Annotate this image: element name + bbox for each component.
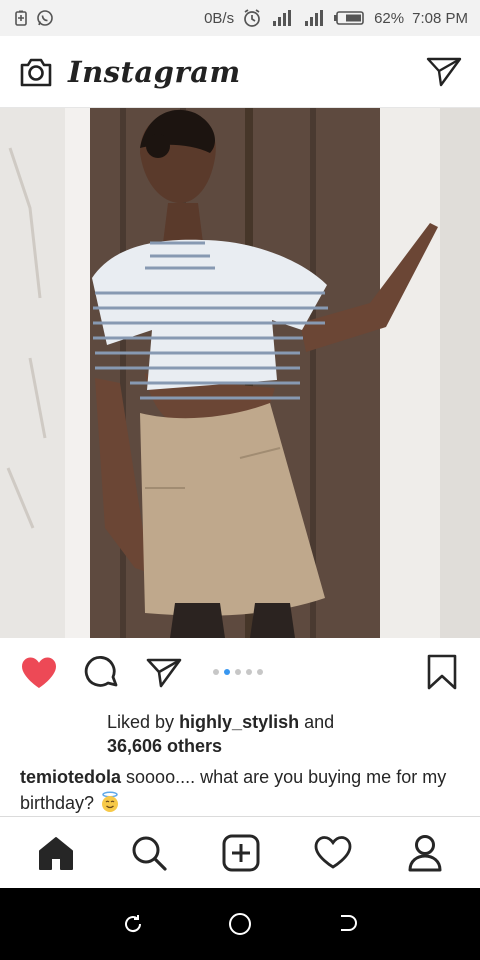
carousel-dot [213, 669, 219, 675]
app-header: Instagram [0, 36, 480, 108]
activity-icon[interactable] [314, 835, 352, 870]
new-post-icon[interactable] [222, 834, 260, 872]
carousel-dot [235, 669, 241, 675]
app-wordmark: Instagram [68, 54, 241, 89]
network-speed: 0B/s [204, 9, 235, 27]
likes-line-1: Liked by highly_stylish and [107, 710, 480, 734]
recent-apps-icon[interactable] [121, 912, 145, 936]
signal-icon-1 [273, 10, 292, 26]
post-image[interactable] [0, 108, 480, 638]
status-bar: 0B/s 62% 7:08 PM [0, 0, 480, 36]
whatsapp-icon [37, 10, 53, 26]
likes-others[interactable]: 36,606 others [107, 736, 222, 756]
battery-icon [334, 11, 364, 25]
back-icon[interactable] [335, 912, 359, 936]
carousel-dot [257, 669, 263, 675]
heart-filled-icon[interactable] [20, 656, 58, 690]
post-caption: temiotedola soooo.... what are you buyin… [0, 758, 480, 816]
comment-icon[interactable] [84, 655, 120, 691]
battery-percent: 62% [374, 9, 405, 27]
post-actions [0, 638, 480, 708]
alarm-icon [244, 9, 260, 27]
bookmark-icon[interactable] [426, 654, 458, 690]
likes-summary: Liked by highly_stylish and 36,606 other… [0, 708, 480, 758]
bottom-tab-bar [0, 816, 480, 888]
post-actions-left [20, 655, 182, 691]
smiling-face-with-halo-icon [102, 791, 119, 812]
home-circle-icon[interactable] [227, 911, 253, 937]
carousel-dot-active [224, 669, 230, 675]
liked-by-user[interactable]: highly_stylish [179, 712, 299, 732]
profile-icon[interactable] [407, 834, 443, 872]
system-nav-bar [0, 888, 480, 960]
direct-message-icon[interactable] [426, 56, 462, 88]
camera-icon[interactable] [18, 55, 54, 89]
post-photo [0, 108, 480, 638]
carousel-indicator [213, 669, 263, 675]
signal-icon-2 [305, 10, 324, 26]
search-icon[interactable] [130, 834, 168, 872]
battery-saver-icon [15, 10, 27, 26]
liked-by-and: and [304, 712, 335, 732]
liked-by-prefix: Liked by [107, 712, 175, 732]
caption-username[interactable]: temiotedola [20, 767, 121, 787]
clock: 7:08 PM [412, 9, 468, 27]
carousel-dot [246, 669, 252, 675]
status-left [14, 9, 54, 27]
likes-line-2: 36,606 others [107, 734, 480, 758]
home-icon[interactable] [37, 835, 75, 871]
status-right: 0B/s 62% 7:08 PM [204, 8, 468, 28]
header-logo: Instagram [18, 55, 241, 89]
share-icon[interactable] [146, 657, 182, 689]
